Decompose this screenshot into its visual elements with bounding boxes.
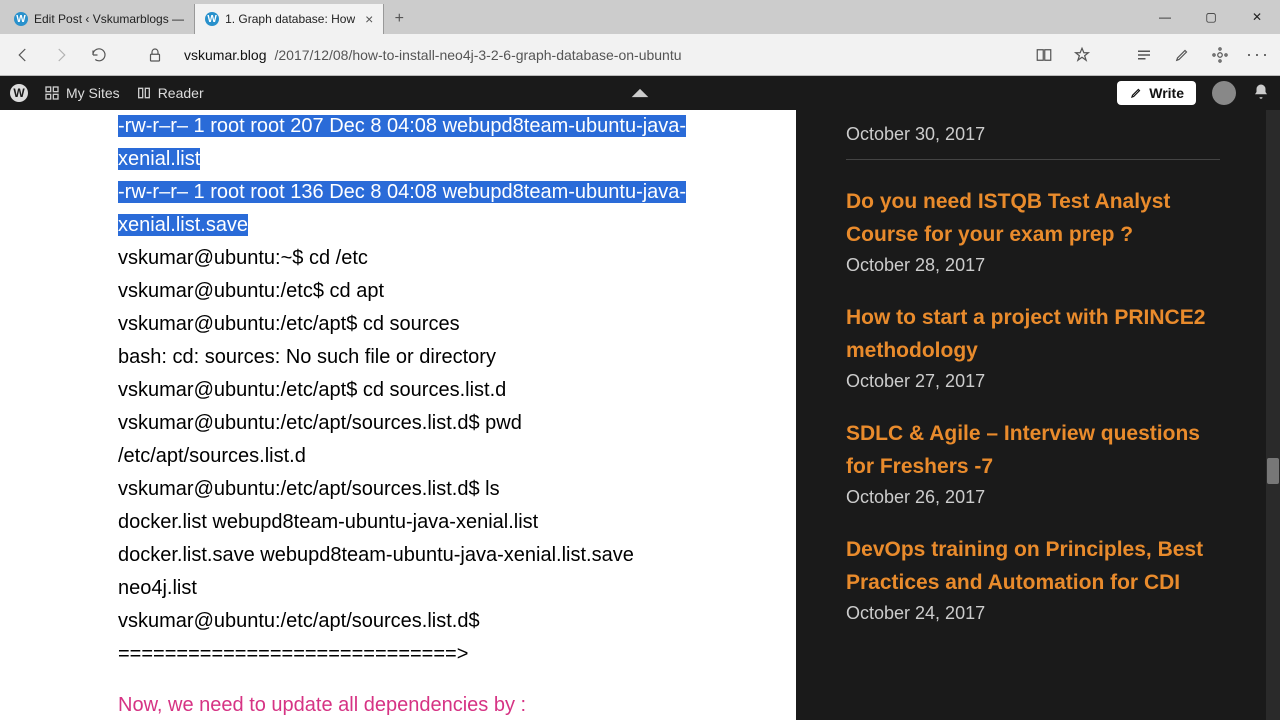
divider <box>846 159 1220 160</box>
sidebar: October 30, 2017 Do you need ISTQB Test … <box>796 110 1280 720</box>
terminal-line: vskumar@ubuntu:/etc/apt$ cd sources <box>118 308 756 341</box>
wp-logo[interactable]: W <box>10 84 28 102</box>
post-date: October 28, 2017 <box>846 255 1220 276</box>
article-note: Now, we need to update all dependencies … <box>118 689 756 720</box>
reader-label: Reader <box>158 85 204 101</box>
maximize-button[interactable]: ▢ <box>1188 0 1234 34</box>
sidebar-post-link[interactable]: DevOps training on Principles, Best Prac… <box>846 534 1220 599</box>
back-button[interactable] <box>6 38 40 72</box>
article-content: -rw-r–r– 1 root root 207 Dec 8 04:08 web… <box>0 110 796 720</box>
browser-tab[interactable]: W Edit Post ‹ Vskumarblogs — <box>4 4 195 34</box>
post-date: October 27, 2017 <box>846 371 1220 392</box>
my-sites-label: My Sites <box>66 85 120 101</box>
lock-icon <box>138 38 172 72</box>
favorite-icon[interactable] <box>1066 39 1098 71</box>
highlighted-text: -rw-r–r– 1 root root 207 Dec 8 04:08 web… <box>118 115 686 170</box>
browser-tab-active[interactable]: W 1. Graph database: How × <box>195 4 384 34</box>
terminal-line: vskumar@ubuntu:/etc$ cd apt <box>118 275 756 308</box>
write-button[interactable]: Write <box>1117 81 1196 105</box>
page-body: -rw-r–r– 1 root root 207 Dec 8 04:08 web… <box>0 110 1280 720</box>
tab-label: 1. Graph database: How <box>225 12 355 26</box>
sidebar-post-link[interactable]: How to start a project with PRINCE2 meth… <box>846 302 1220 367</box>
terminal-line: neo4j.list <box>118 572 756 605</box>
forward-button[interactable] <box>44 38 78 72</box>
address-bar[interactable]: vskumar.blog/2017/12/08/how-to-install-n… <box>176 47 1024 63</box>
highlighted-text: -rw-r–r– 1 root root 136 Dec 8 04:08 web… <box>118 181 686 236</box>
url-host: vskumar.blog <box>184 47 266 63</box>
terminal-line: bash: cd: sources: No such file or direc… <box>118 341 756 374</box>
scrollbar-thumb[interactable] <box>1267 458 1279 484</box>
notifications-icon[interactable] <box>1252 83 1270 104</box>
sidebar-post-link[interactable]: SDLC & Agile – Interview questions for F… <box>846 418 1220 483</box>
terminal-line: vskumar@ubuntu:/etc/apt/sources.list.d$ <box>118 605 756 638</box>
notes-icon[interactable] <box>1166 39 1198 71</box>
browser-toolbar: vskumar.blog/2017/12/08/how-to-install-n… <box>0 34 1280 76</box>
new-tab-button[interactable]: + <box>384 4 414 34</box>
minimize-button[interactable]: — <box>1142 0 1188 34</box>
share-icon[interactable] <box>1204 39 1236 71</box>
terminal-line: vskumar@ubuntu:/etc/apt$ cd sources.list… <box>118 374 756 407</box>
close-window-button[interactable]: ✕ <box>1234 0 1280 34</box>
refresh-button[interactable] <box>82 38 116 72</box>
collapse-icon[interactable] <box>630 87 650 99</box>
window-titlebar: W Edit Post ‹ Vskumarblogs — W 1. Graph … <box>0 0 1280 34</box>
hub-icon[interactable] <box>1128 39 1160 71</box>
write-label: Write <box>1149 85 1184 101</box>
terminal-line: vskumar@ubuntu:~$ cd /etc <box>118 242 756 275</box>
reading-view-icon[interactable] <box>1028 39 1060 71</box>
terminal-line: vskumar@ubuntu:/etc/apt/sources.list.d$ … <box>118 473 756 506</box>
window-controls: — ▢ ✕ <box>1142 0 1280 34</box>
post-date: October 24, 2017 <box>846 603 1220 624</box>
avatar[interactable] <box>1212 81 1236 105</box>
terminal-line: docker.list webupd8team-ubuntu-java-xeni… <box>118 506 756 539</box>
more-icon[interactable]: ··· <box>1242 39 1274 71</box>
reader-link[interactable]: Reader <box>136 85 204 101</box>
wp-admin-bar: W My Sites Reader Write <box>0 76 1280 110</box>
my-sites-link[interactable]: My Sites <box>44 85 120 101</box>
scrollbar[interactable] <box>1266 110 1280 720</box>
terminal-line: vskumar@ubuntu:/etc/apt/sources.list.d$ … <box>118 407 756 440</box>
terminal-line: /etc/apt/sources.list.d <box>118 440 756 473</box>
wordpress-icon: W <box>205 12 219 26</box>
toolbar-right: ··· <box>1028 39 1274 71</box>
terminal-line: =============================> <box>118 638 756 671</box>
terminal-line: docker.list.save webupd8team-ubuntu-java… <box>118 539 756 572</box>
url-path: /2017/12/08/how-to-install-neo4j-3-2-6-g… <box>274 47 681 63</box>
post-date: October 26, 2017 <box>846 487 1220 508</box>
tab-label: Edit Post ‹ Vskumarblogs — <box>34 12 184 26</box>
wordpress-icon: W <box>14 12 28 26</box>
post-date: October 30, 2017 <box>846 124 1220 145</box>
close-icon[interactable]: × <box>365 11 373 27</box>
sidebar-post-link[interactable]: Do you need ISTQB Test Analyst Course fo… <box>846 186 1220 251</box>
